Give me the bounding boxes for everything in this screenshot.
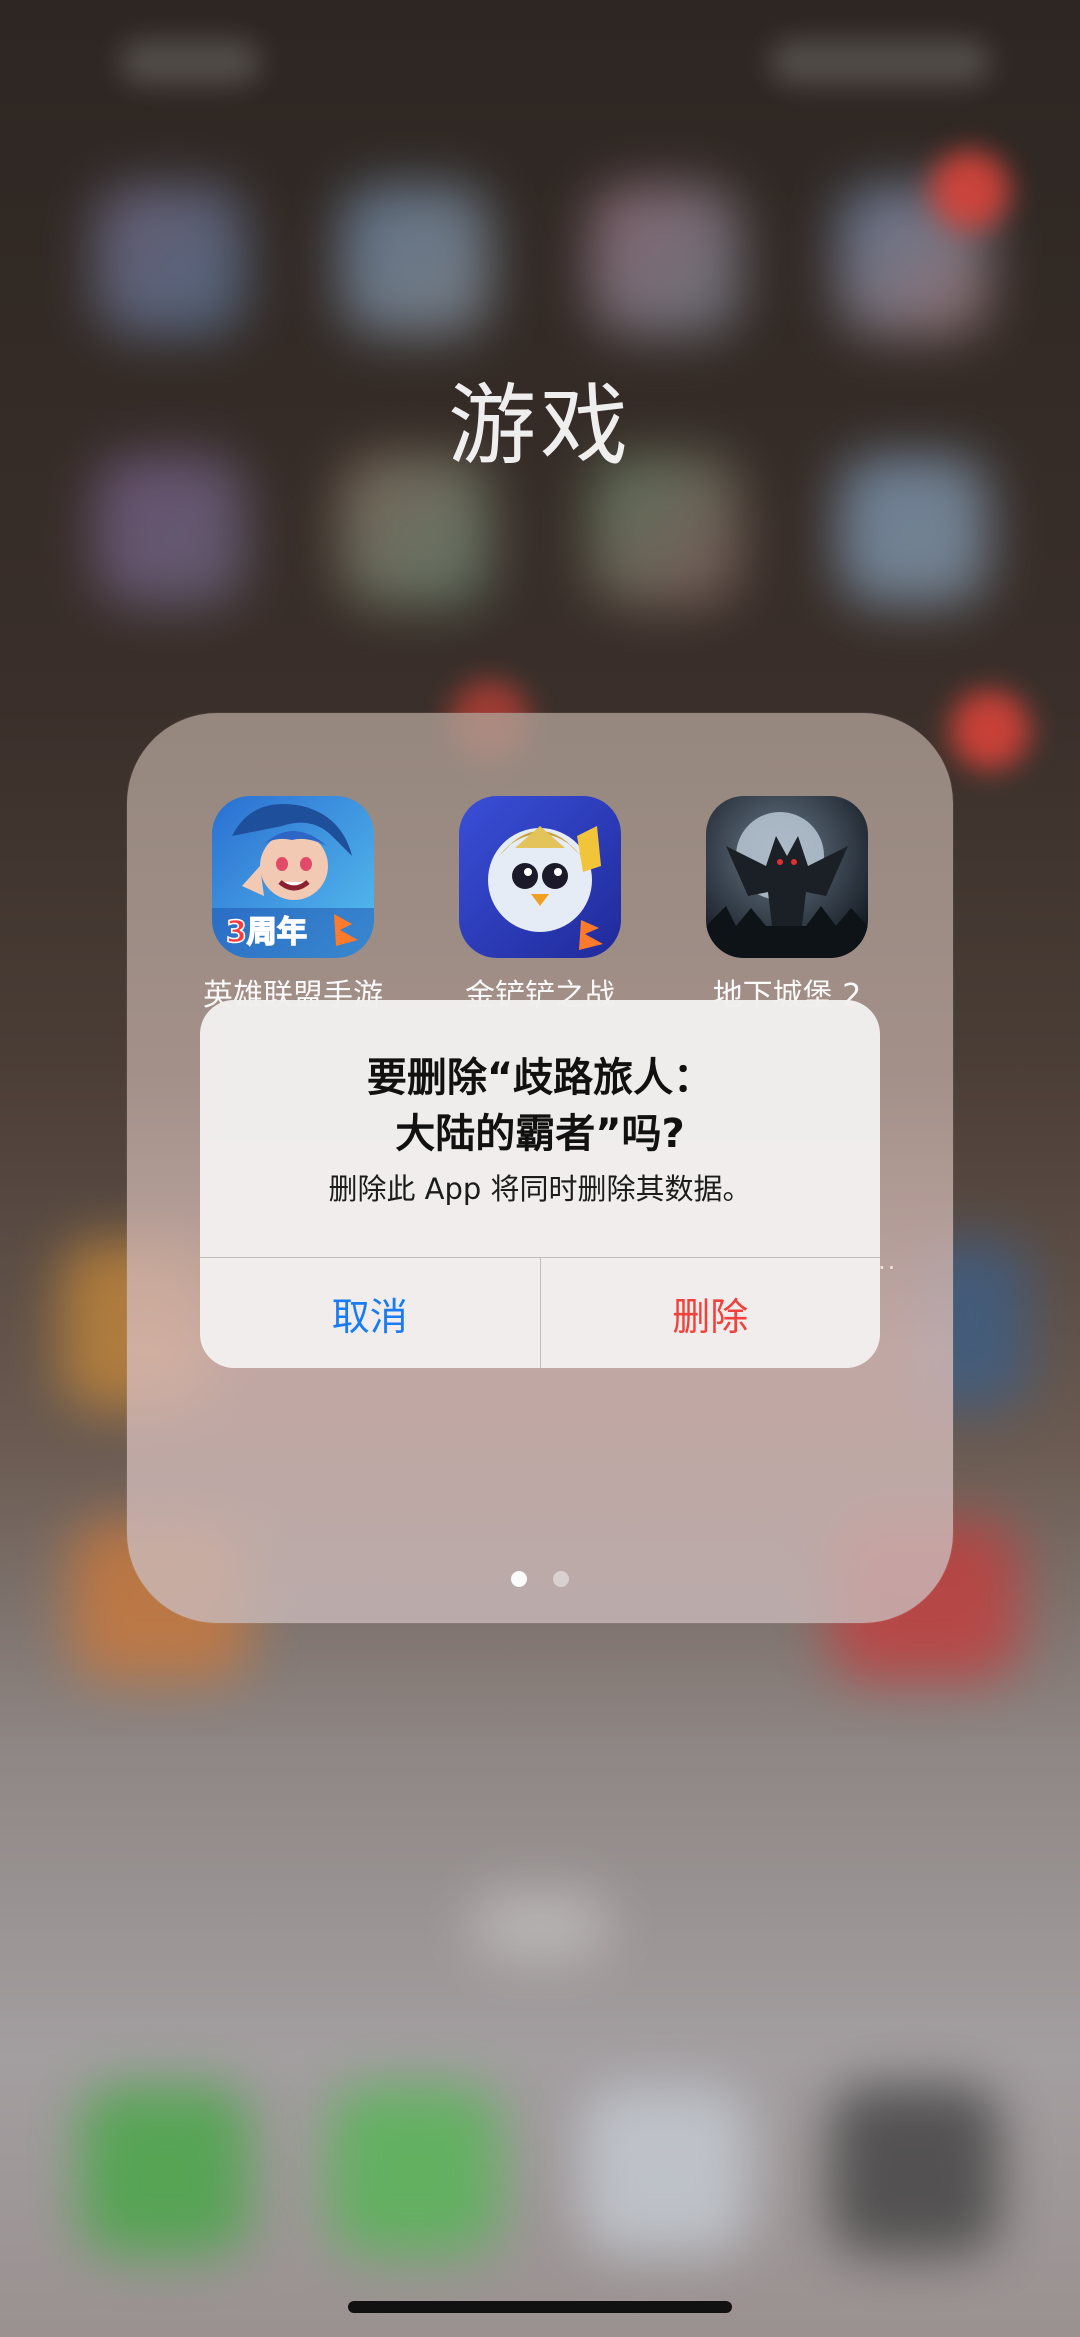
delete-button[interactable]: 删除 [541, 1258, 881, 1368]
page-indicator[interactable] [127, 1571, 953, 1591]
page-dot[interactable] [553, 1571, 569, 1587]
status-time-blurred [120, 40, 260, 84]
background-badge [950, 690, 1030, 770]
app-item-golden-spatula[interactable]: 金铲铲之战 [415, 796, 665, 1014]
background-app-icon [590, 185, 740, 335]
background-search-pill [470, 1890, 610, 1960]
golden-spatula-icon[interactable] [459, 796, 621, 958]
messages-icon [330, 2085, 500, 2255]
background-app-icon [340, 185, 490, 335]
cancel-button[interactable]: 取消 [200, 1258, 541, 1368]
page-dot-active[interactable] [511, 1571, 527, 1587]
background-badge [930, 150, 1010, 230]
folder-title[interactable]: 游戏 [0, 355, 1080, 482]
alert-message: 删除此 App 将同时删除其数据。 [328, 1172, 752, 1206]
home-screen: 游戏 3周年 英雄联盟手游 金铲铲之战 地下城堡 2 ·· 要删除“歧路旅人： … [0, 0, 1080, 2337]
phone-icon [80, 2085, 250, 2255]
home-indicator[interactable] [348, 2301, 732, 2313]
camera-icon [830, 2085, 1000, 2255]
alert-title: 要删除“歧路旅人： 大陆的霸者”吗? [200, 1050, 880, 1162]
dungeon-castle-2-icon[interactable] [706, 796, 868, 958]
alert-title-line-1: 要删除“歧路旅人： [366, 1055, 714, 1101]
svg-text:3周年: 3周年 [226, 915, 307, 950]
app-item-league[interactable]: 3周年 英雄联盟手游 [168, 796, 418, 1014]
background-app-icon [95, 185, 245, 335]
background-ellipsis: ·· [878, 1254, 898, 1282]
alert-button-row: 取消 删除 [200, 1257, 880, 1368]
contacts-icon [580, 2085, 750, 2255]
app-item-dungeon-castle-2[interactable]: 地下城堡 2 [662, 796, 912, 1014]
league-of-legends-wild-rift-icon[interactable]: 3周年 [212, 796, 374, 958]
status-icons-blurred [770, 40, 990, 84]
alert-title-line-2: 大陆的霸者”吗? [395, 1111, 685, 1157]
delete-app-alert: 要删除“歧路旅人： 大陆的霸者”吗? 删除此 App 将同时删除其数据。 取消 … [200, 1000, 880, 1368]
